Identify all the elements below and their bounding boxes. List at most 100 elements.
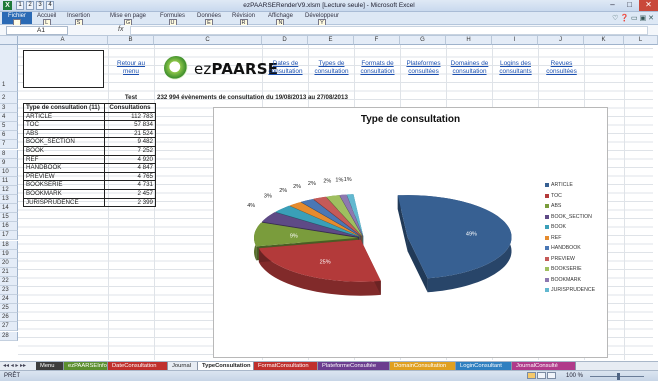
row-header[interactable]: 13 <box>0 195 18 205</box>
table-cell-count[interactable]: 4 847 <box>104 163 156 173</box>
cell-b2[interactable]: Test <box>108 94 154 101</box>
column-header[interactable]: L <box>624 36 658 45</box>
row-header[interactable]: 10 <box>0 167 18 177</box>
row-header[interactable]: 20 <box>0 258 18 268</box>
column-header[interactable]: A <box>18 36 108 45</box>
row-header[interactable]: 5 <box>0 122 18 132</box>
row-header[interactable]: 15 <box>0 213 18 223</box>
table-cell-count[interactable]: 2 457 <box>104 188 156 199</box>
sheet-tab[interactable]: Menu <box>36 362 64 370</box>
row-header[interactable]: 25 <box>0 304 18 314</box>
sheet-tab[interactable]: LoginConsultant <box>456 362 512 370</box>
column-header[interactable]: E <box>308 36 354 45</box>
link-plateformes-consultees[interactable]: Plateformes consultées <box>401 60 446 76</box>
normal-view-icon[interactable] <box>527 372 536 379</box>
table-cell-count[interactable]: 57 834 <box>104 120 156 130</box>
row-header[interactable]: 23 <box>0 286 18 296</box>
zoom-slider-knob[interactable] <box>617 373 620 380</box>
page-layout-view-icon[interactable] <box>537 372 546 379</box>
row-header[interactable]: 18 <box>0 240 18 250</box>
table-cell-type[interactable]: JURISPRUDENCE <box>23 197 105 208</box>
row-header[interactable]: 7 <box>0 140 18 150</box>
link-retour-menu[interactable]: Retour au menu <box>111 60 151 76</box>
row-header[interactable]: 14 <box>0 204 18 214</box>
sheet-tab[interactable]: PlateformeConsultée <box>318 362 390 370</box>
column-header[interactable]: I <box>492 36 538 45</box>
column-header[interactable]: F <box>354 36 400 45</box>
column-header[interactable]: K <box>584 36 624 45</box>
table-header-consultations[interactable]: Consultations <box>104 103 156 113</box>
row-header[interactable]: 21 <box>0 267 18 277</box>
column-header[interactable]: G <box>400 36 446 45</box>
table-cell-count[interactable]: 4 765 <box>104 171 156 182</box>
table-cell-count[interactable]: 21 524 <box>104 128 156 139</box>
row-header[interactable]: 1 <box>0 45 18 92</box>
row-header[interactable]: 28 <box>0 331 18 341</box>
row-header[interactable]: 26 <box>0 313 18 323</box>
table-cell-count[interactable]: 2 399 <box>104 197 156 208</box>
minimize-button[interactable]: – <box>604 0 621 11</box>
page-break-view-icon[interactable] <box>547 372 556 379</box>
column-header[interactable]: B <box>108 36 154 45</box>
row-header[interactable]: 9 <box>0 158 18 168</box>
table-cell-type[interactable]: REF <box>23 154 105 165</box>
row-header[interactable]: 24 <box>0 295 18 305</box>
table-cell-type[interactable]: PREVIEW <box>23 171 105 182</box>
row-header[interactable]: 3 <box>0 104 18 114</box>
close-button[interactable]: ✕ <box>639 0 658 11</box>
table-cell-count[interactable]: 7 252 <box>104 145 156 156</box>
tab-fichier[interactable]: Fichier F <box>2 12 32 26</box>
row-header[interactable]: 11 <box>0 176 18 186</box>
link-types-consultation[interactable]: Types de consultation <box>309 60 354 76</box>
row-header[interactable]: 16 <box>0 222 18 232</box>
row-header[interactable]: 27 <box>0 322 18 332</box>
formula-input[interactable] <box>130 26 648 35</box>
help-icon[interactable]: ♡ ❓ ▭ ▣ ✕ <box>612 14 654 22</box>
sheet-tab[interactable]: ezPAARSEInfo <box>64 362 108 370</box>
row-header[interactable]: 12 <box>0 185 18 195</box>
sheet-tab[interactable]: DomainConsultation <box>390 362 456 370</box>
sheet-nav-arrows[interactable]: ◂◂ ◂ ▸ ▸▸ <box>3 362 26 369</box>
table-cell-type[interactable]: ABS <box>23 128 105 139</box>
select-all-corner[interactable] <box>0 36 18 45</box>
row-header[interactable]: 8 <box>0 149 18 159</box>
sheet-tab[interactable]: TypeConsultation <box>198 362 254 370</box>
column-header[interactable]: J <box>538 36 584 45</box>
link-formats-consultation[interactable]: Formats de consultation <box>355 60 400 76</box>
link-logins-consultants[interactable]: Logins des consultants <box>493 60 538 76</box>
table-cell-type[interactable]: BOOKMARK <box>23 188 105 199</box>
name-box[interactable]: A1 <box>6 26 68 35</box>
column-header[interactable]: H <box>446 36 492 45</box>
row-header[interactable]: 17 <box>0 231 18 241</box>
table-cell-count[interactable]: 9 482 <box>104 137 156 147</box>
table-cell-count[interactable]: 112 783 <box>104 111 156 122</box>
row-header[interactable]: 22 <box>0 276 18 286</box>
row-header[interactable]: 19 <box>0 249 18 259</box>
row-header[interactable]: 6 <box>0 131 18 141</box>
cell-a1-selected[interactable] <box>23 50 104 88</box>
fx-icon[interactable]: fx <box>118 26 123 33</box>
link-revues-consultees[interactable]: Revues consultées <box>539 60 584 76</box>
zoom-level[interactable]: 100 % <box>566 373 583 379</box>
pie-chart[interactable]: Type de consultation 49% 25% 9% 4% 3% 2% 2% 2% 2… <box>213 107 608 358</box>
table-cell-type[interactable]: ARTICLE <box>23 111 105 122</box>
table-cell-count[interactable]: 4 731 <box>104 180 156 190</box>
table-cell-count[interactable]: 4 920 <box>104 154 156 165</box>
table-cell-type[interactable]: HANDBOOK <box>23 163 105 173</box>
table-header-type[interactable]: Type de consultation (11) <box>23 103 105 113</box>
table-cell-type[interactable]: BOOK <box>23 145 105 156</box>
row-header[interactable]: 2 <box>0 92 18 104</box>
sheet-tab[interactable]: FormatConsultation <box>254 362 318 370</box>
sheet-tab[interactable]: DateConsultation <box>108 362 168 370</box>
table-cell-type[interactable]: BOOKSERIE <box>23 180 105 190</box>
table-cell-type[interactable]: TOC <box>23 120 105 130</box>
link-dates-consultation[interactable]: Dates de consultation <box>264 60 307 76</box>
sheet-tab[interactable]: JournalConsulté <box>512 362 576 370</box>
maximize-button[interactable]: □ <box>621 0 638 11</box>
summary-text[interactable]: 232 994 évènements de consultation du 19… <box>157 94 348 101</box>
row-header[interactable]: 4 <box>0 113 18 123</box>
column-header[interactable]: D <box>262 36 308 45</box>
link-domaines-consultation[interactable]: Domaines de consultation <box>447 60 492 76</box>
table-cell-type[interactable]: BOOK_SECTION <box>23 137 105 147</box>
sheet-tab[interactable]: Journal <box>168 362 198 370</box>
